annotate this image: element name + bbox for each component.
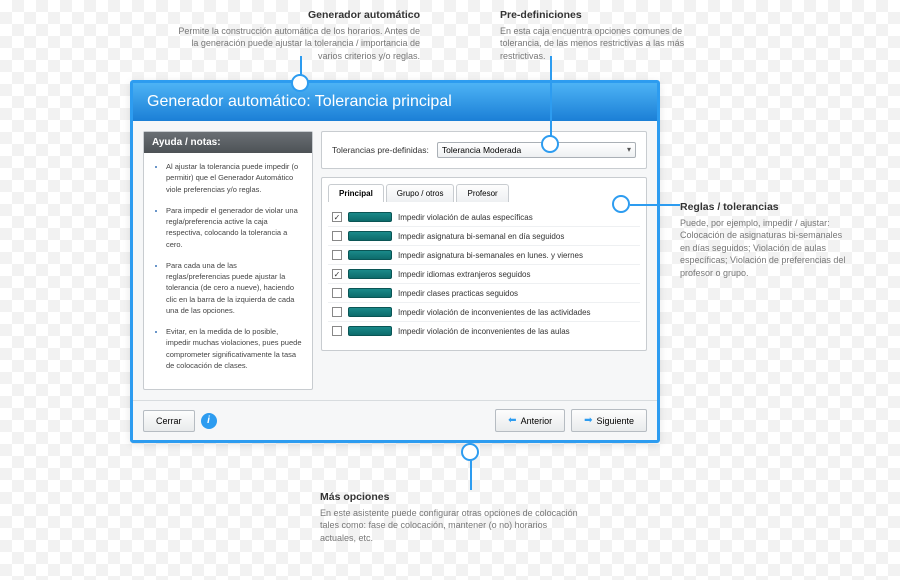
rule-label: Impedir asignatura bi-semanal en día seg… bbox=[398, 232, 564, 241]
callout-rules: Reglas / tolerancias Puede, por ejemplo,… bbox=[680, 200, 850, 280]
prev-button[interactable]: ⬅Anterior bbox=[495, 409, 565, 432]
right-column: Tolerancias pre-definidas: Tolerancia Mo… bbox=[321, 131, 647, 390]
predefined-box: Tolerancias pre-definidas: Tolerancia Mo… bbox=[321, 131, 647, 169]
callout-body: Puede, por ejemplo, impedir / ajustar: C… bbox=[680, 217, 850, 280]
help-header: Ayuda / notas: bbox=[144, 132, 312, 153]
rule-label: Impedir clases practicas seguidos bbox=[398, 289, 518, 298]
rule-checkbox[interactable] bbox=[332, 307, 342, 317]
help-panel: Ayuda / notas: Al ajustar la tolerancia … bbox=[143, 131, 313, 390]
rules-list: ✓ Impedir violación de aulas específicas I… bbox=[328, 208, 640, 340]
callout-ring bbox=[291, 74, 309, 92]
callout-title: Generador automático bbox=[170, 8, 420, 23]
callout-predef: Pre-definiciones En esta caja encuentra … bbox=[500, 8, 690, 62]
next-button[interactable]: ➡Siguiente bbox=[571, 409, 647, 432]
tolerance-slider[interactable] bbox=[348, 269, 392, 279]
tolerance-slider[interactable] bbox=[348, 231, 392, 241]
predef-select[interactable]: Tolerancia Moderada bbox=[437, 142, 636, 158]
dialog-title: Generador automático: Tolerancia princip… bbox=[133, 83, 657, 121]
rule-label: Impedir idiomas extranjeros seguidos bbox=[398, 270, 531, 279]
callout-ring bbox=[461, 443, 479, 461]
rule-row: Impedir asignatura bi-semanales en lunes… bbox=[328, 246, 640, 265]
rule-checkbox[interactable] bbox=[332, 288, 342, 298]
rule-checkbox[interactable]: ✓ bbox=[332, 212, 342, 222]
tabs: Principal Grupo / otros Profesor bbox=[328, 184, 640, 202]
connector-line bbox=[630, 204, 680, 206]
dialog-footer: Cerrar i ⬅Anterior ➡Siguiente bbox=[133, 400, 657, 440]
callout-title: Reglas / tolerancias bbox=[680, 200, 850, 215]
rule-row: Impedir violación de inconvenientes de l… bbox=[328, 322, 640, 340]
callout-body: Permite la construcción automática de lo… bbox=[170, 25, 420, 63]
connector-line bbox=[550, 56, 552, 136]
rule-label: Impedir violación de aulas específicas bbox=[398, 213, 533, 222]
close-button[interactable]: Cerrar bbox=[143, 410, 195, 432]
tolerance-slider[interactable] bbox=[348, 250, 392, 260]
rules-box: Principal Grupo / otros Profesor ✓ Impedi… bbox=[321, 177, 647, 351]
callout-ring bbox=[541, 135, 559, 153]
rule-row: Impedir violación de inconvenientes de l… bbox=[328, 303, 640, 322]
help-body: Al ajustar la tolerancia puede impedir (… bbox=[144, 153, 312, 389]
callout-body: En este asistente puede configurar otras… bbox=[320, 507, 580, 545]
rule-checkbox[interactable]: ✓ bbox=[332, 269, 342, 279]
generator-dialog: Generador automático: Tolerancia princip… bbox=[130, 80, 660, 443]
info-icon[interactable]: i bbox=[201, 413, 217, 429]
callout-title: Más opciones bbox=[320, 490, 580, 505]
callout-more: Más opciones En este asistente puede con… bbox=[320, 490, 580, 544]
callout-title: Pre-definiciones bbox=[500, 8, 690, 23]
help-item: Evitar, en la medida de lo posible, impe… bbox=[166, 326, 302, 371]
rule-row: ✓ Impedir violación de aulas específicas bbox=[328, 208, 640, 227]
rule-label: Impedir violación de inconvenientes de l… bbox=[398, 308, 591, 317]
callout-body: En esta caja encuentra opciones comunes … bbox=[500, 25, 690, 63]
tolerance-slider[interactable] bbox=[348, 288, 392, 298]
rule-checkbox[interactable] bbox=[332, 250, 342, 260]
help-item: Para cada una de las reglas/preferencias… bbox=[166, 260, 302, 316]
tolerance-slider[interactable] bbox=[348, 212, 392, 222]
arrow-left-icon: ⬅ bbox=[508, 415, 516, 426]
tolerance-slider[interactable] bbox=[348, 307, 392, 317]
tolerance-slider[interactable] bbox=[348, 326, 392, 336]
help-item: Para impedir el generador de violar una … bbox=[166, 205, 302, 250]
rule-checkbox[interactable] bbox=[332, 326, 342, 336]
callout-ring bbox=[612, 195, 630, 213]
arrow-right-icon: ➡ bbox=[584, 415, 592, 426]
rule-row: ✓ Impedir idiomas extranjeros seguidos bbox=[328, 265, 640, 284]
callout-generator: Generador automático Permite la construc… bbox=[170, 8, 420, 62]
rule-row: Impedir clases practicas seguidos bbox=[328, 284, 640, 303]
tab-principal[interactable]: Principal bbox=[328, 184, 384, 202]
help-item: Al ajustar la tolerancia puede impedir (… bbox=[166, 161, 302, 195]
predef-label: Tolerancias pre-definidas: bbox=[332, 145, 429, 155]
rule-label: Impedir asignatura bi-semanales en lunes… bbox=[398, 251, 583, 260]
rule-row: Impedir asignatura bi-semanal en día seg… bbox=[328, 227, 640, 246]
tab-profesor[interactable]: Profesor bbox=[456, 184, 508, 202]
rule-checkbox[interactable] bbox=[332, 231, 342, 241]
dialog-body: Ayuda / notas: Al ajustar la tolerancia … bbox=[133, 121, 657, 400]
tab-grupo[interactable]: Grupo / otros bbox=[386, 184, 455, 202]
connector-line bbox=[470, 460, 472, 490]
rule-label: Impedir violación de inconvenientes de l… bbox=[398, 327, 570, 336]
